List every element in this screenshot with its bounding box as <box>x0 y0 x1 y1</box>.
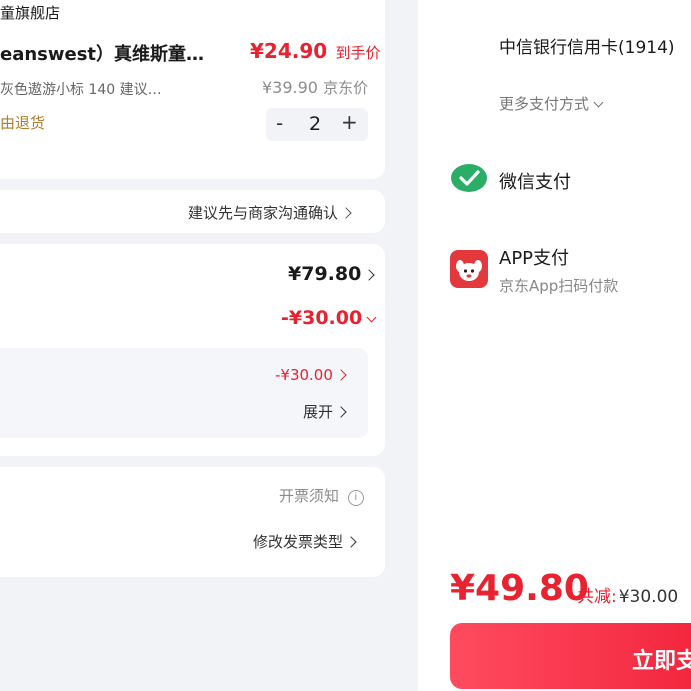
final-price: ¥24.90 到手价 <box>250 39 381 63</box>
pay-now-button[interactable]: 立即支 <box>450 623 691 689</box>
saved-label: 共减: <box>577 587 617 607</box>
coupon-box <box>0 348 368 438</box>
jd-app-icon <box>450 250 488 288</box>
chevron-down-icon <box>366 312 377 323</box>
chevron-right-icon <box>363 269 375 281</box>
chevron-right-icon <box>340 207 352 219</box>
expand-label: 展开 <box>303 403 334 421</box>
jd-price-label: 京东价 <box>323 79 369 97</box>
saved-value: ¥30.00 <box>618 587 679 607</box>
chevron-right-icon <box>345 536 357 548</box>
merchant-note-text: 建议先与商家沟通确认 <box>188 204 339 222</box>
invoice-card <box>0 467 385 577</box>
chevron-down-icon <box>593 97 604 108</box>
store-name[interactable]: 童旗舰店 <box>0 2 60 23</box>
invoice-notice[interactable]: 开票须知 i <box>279 485 364 506</box>
final-price-label: 到手价 <box>335 44 381 62</box>
final-price-value: ¥24.90 <box>250 39 328 63</box>
jd-price: ¥39.90 京东价 <box>262 77 368 98</box>
more-payment-methods[interactable]: 更多支付方式 <box>499 93 604 114</box>
modify-invoice-label: 修改发票类型 <box>253 533 344 551</box>
wechat-pay-icon <box>450 163 488 197</box>
pay-now-label: 立即支 <box>632 649 691 674</box>
quantity-value[interactable]: 2 <box>309 113 321 135</box>
modify-invoice[interactable]: 修改发票类型 <box>253 531 357 552</box>
app-pay-subtitle: 京东App扫码付款 <box>499 277 619 295</box>
discount[interactable]: -¥30.00 <box>281 307 377 329</box>
product-title[interactable]: eanswest）真维斯童… <box>0 40 204 66</box>
discount-value: -¥30.00 <box>281 307 363 329</box>
total-price: ¥49.80 <box>450 568 589 609</box>
product-spec[interactable]: 灰色遨游小标 140 建议… <box>0 79 162 99</box>
subtotal-value: ¥79.80 <box>288 263 362 285</box>
subtotal[interactable]: ¥79.80 <box>288 263 375 285</box>
chevron-right-icon <box>335 369 347 381</box>
more-payment-label: 更多支付方式 <box>499 95 590 113</box>
info-icon: i <box>347 490 364 506</box>
coupon-value[interactable]: -¥30.00 <box>275 366 347 384</box>
coupon-value-text: -¥30.00 <box>275 366 333 384</box>
expand-link[interactable]: 展开 <box>303 401 347 422</box>
wechat-pay-option[interactable]: 微信支付 <box>499 168 571 194</box>
invoice-notice-label: 开票须知 <box>279 487 340 505</box>
quantity-stepper: - 2 + <box>266 108 368 141</box>
app-pay-option[interactable]: APP支付 <box>499 244 569 270</box>
saved-amount: 共减: ¥30.00 <box>577 582 678 607</box>
return-tag: 由退货 <box>0 114 46 132</box>
plus-button[interactable]: + <box>341 110 358 134</box>
jd-price-value: ¥39.90 <box>262 78 318 97</box>
minus-button[interactable]: - <box>276 111 283 135</box>
merchant-note[interactable]: 建议先与商家沟通确认 <box>188 202 352 223</box>
chevron-right-icon <box>335 406 347 418</box>
credit-card-option[interactable]: 中信银行信用卡(1914) <box>499 33 675 58</box>
